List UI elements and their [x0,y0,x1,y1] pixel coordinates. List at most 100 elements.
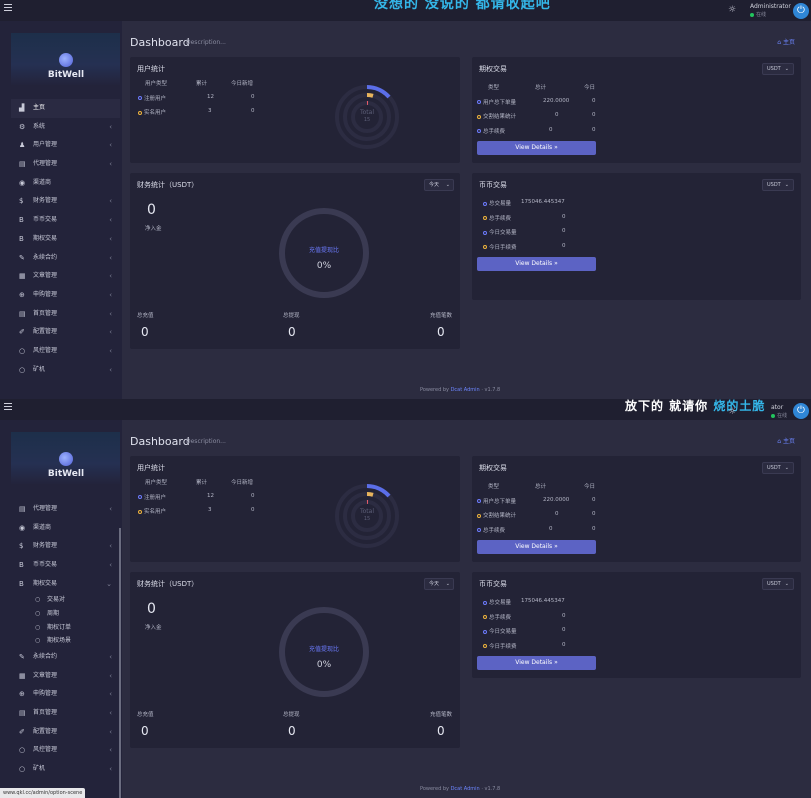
currency-select[interactable]: USDT ⌄ [762,63,794,75]
total-deposit-value: 0 [141,325,149,339]
menu-icon: ⊕ [19,290,25,299]
chevron-icon: ‹ [109,216,112,225]
scrolling-lyrics: 放下的 就请你 烧的土脆 [625,399,766,413]
sidebar-item[interactable]: ◉ 渠道商 [11,519,120,538]
chevron-down-icon: ⌄ [445,182,450,188]
sidebar-item[interactable]: ✎ 永续合约 ‹ [11,249,120,268]
sidebar-item[interactable]: ○ 周期 [11,607,120,621]
user-status: 在线 [750,11,791,19]
sidebar-item[interactable]: ○ 期权场景 [11,634,120,648]
sidebar-item[interactable]: ⊕ 申购管理 ‹ [11,685,120,704]
brand-name: BitWell [47,469,85,479]
deposit-count-value: 0 [437,724,445,738]
deposit-count-value: 0 [437,325,445,339]
power-icon[interactable]: ⏻ [793,3,809,19]
sidebar-scrollbar[interactable] [119,528,121,798]
sidebar-item[interactable]: B 期权交易 ⌄ [11,575,120,594]
sidebar-item[interactable]: B 币币交易 ‹ [11,211,120,230]
chevron-icon: ‹ [109,272,112,281]
circle-icon [138,96,142,100]
card-title: 财务统计（USDT） [137,181,199,189]
dcat-admin-link[interactable]: Dcat Admin [451,786,480,792]
table-header: 用户类型 累计 今日新增 [145,480,254,486]
sidebar-item[interactable]: ▦ 文章管理 ‹ [11,267,120,286]
net-deposit-label: 净入金 [145,226,162,232]
sun-icon[interactable]: ☼ [728,5,736,15]
sidebar-item[interactable]: ✐ 配置管理 ‹ [11,723,120,742]
table-row: 注册用户 12 0 [138,490,278,505]
user-name: ator [771,404,784,411]
breadcrumb[interactable]: ⌂ 主页 [777,37,795,46]
sidebar-item-label: 系统 [33,122,46,130]
menu-toggle-icon[interactable] [4,403,12,410]
sidebar-item[interactable]: ◉ 渠道商 [11,174,120,193]
sidebar-item[interactable]: ⚙ 系统 ‹ [11,118,120,137]
sidebar-item[interactable]: ▤ 首页管理 ‹ [11,704,120,723]
sidebar-item[interactable]: ○ 矿机 ‹ [11,361,120,380]
chevron-icon: ‹ [109,309,112,318]
page-title: Dashboard [130,36,190,49]
dcat-admin-link[interactable]: Dcat Admin [451,387,480,393]
total-withdraw-value: 0 [288,325,296,339]
sidebar-item[interactable]: ⊕ 申购管理 ‹ [11,286,120,305]
brand-logo[interactable]: BitWell [11,432,120,485]
menu-icon: $ [19,197,24,206]
view-details-button[interactable]: View Details » [477,656,596,670]
deposit-count-label: 充值笔数 [430,313,453,319]
sidebar-item[interactable]: ▤ 代理管理 ‹ [11,500,120,519]
circle-icon [138,110,142,115]
chevron-icon: ‹ [109,652,112,661]
chevron-icon: ‹ [109,690,112,699]
menu-toggle-icon[interactable] [4,4,12,11]
view-details-button[interactable]: View Details » [477,257,596,271]
sidebar-item[interactable]: B 期权交易 ‹ [11,230,120,249]
currency-select[interactable]: USDT ⌄ [762,462,794,474]
user-stats-table: 用户类型 累计 今日新增 注册用户 12 0 实名用户 3 0 [138,475,278,519]
sidebar-item[interactable]: ○ 矿机 ‹ [11,760,120,779]
user-menu[interactable]: ator 在线 [771,404,787,420]
table-header: 类型 总计 今日 [488,484,596,490]
net-deposit-value: 0 [147,601,156,617]
chevron-icon: ‹ [109,505,112,513]
sidebar-item-label: 期权交易 [33,579,58,587]
sidebar-item[interactable]: ○ 风控管理 ‹ [11,741,120,760]
sidebar-item[interactable]: B 币币交易 ‹ [11,556,120,575]
sidebar-item[interactable]: ♟ 用户管理 ‹ [11,136,120,155]
sidebar-item[interactable]: $ 财务管理 ‹ [11,192,120,211]
breadcrumb[interactable]: ⌂ 主页 [777,436,795,445]
view-details-button[interactable]: View Details » [477,540,596,554]
currency-select[interactable]: USDT ⌄ [762,179,794,191]
sidebar-item[interactable]: ○ 风控管理 ‹ [11,342,120,361]
chevron-icon: ‹ [109,160,112,169]
menu-icon: ✎ [19,652,25,661]
user-status: 在线 [771,412,787,420]
table-row: 注册用户 12 0 [138,91,278,106]
card-title: 期权交易 [479,464,507,472]
period-select[interactable]: 今天 ⌄ [424,578,454,590]
power-icon[interactable]: ⏻ [793,403,809,419]
menu-icon: ◉ [19,523,26,532]
sidebar-item[interactable]: ▟ 主页 [11,99,120,118]
user-name: Administrator [750,3,791,10]
sun-icon[interactable]: ☼ [728,407,736,417]
table-row: 交割结果统计 0 0 [477,508,617,523]
sidebar-item[interactable]: $ 财务管理 ‹ [11,537,120,556]
total-withdraw-value: 0 [288,724,296,738]
ring-label: 充值提现比 [308,247,339,254]
sidebar-item[interactable]: ✐ 配置管理 ‹ [11,323,120,342]
chevron-icon: ‹ [109,671,112,680]
brand-logo[interactable]: BitWell [11,33,120,86]
sidebar-item[interactable]: ▦ 文章管理 ‹ [11,667,120,686]
menu-icon: ⊕ [19,690,25,699]
sidebar-item[interactable]: ▤ 代理管理 ‹ [11,155,120,174]
sidebar-item[interactable]: ○ 交易对 [11,593,120,607]
menu-icon: ○ [19,346,26,355]
view-details-button[interactable]: View Details » [477,141,596,155]
user-menu[interactable]: Administrator 在线 [750,3,791,19]
sidebar-item[interactable]: ○ 期权订单 [11,621,120,635]
sidebar-item[interactable]: ✎ 永续合约 ‹ [11,648,120,667]
currency-select[interactable]: USDT ⌄ [762,578,794,590]
main-content: Dashboard Description... ⌂ 主页 用户统计 用户类型 … [122,420,811,798]
period-select[interactable]: 今天 ⌄ [424,179,454,191]
sidebar-item[interactable]: ▤ 首页管理 ‹ [11,305,120,324]
